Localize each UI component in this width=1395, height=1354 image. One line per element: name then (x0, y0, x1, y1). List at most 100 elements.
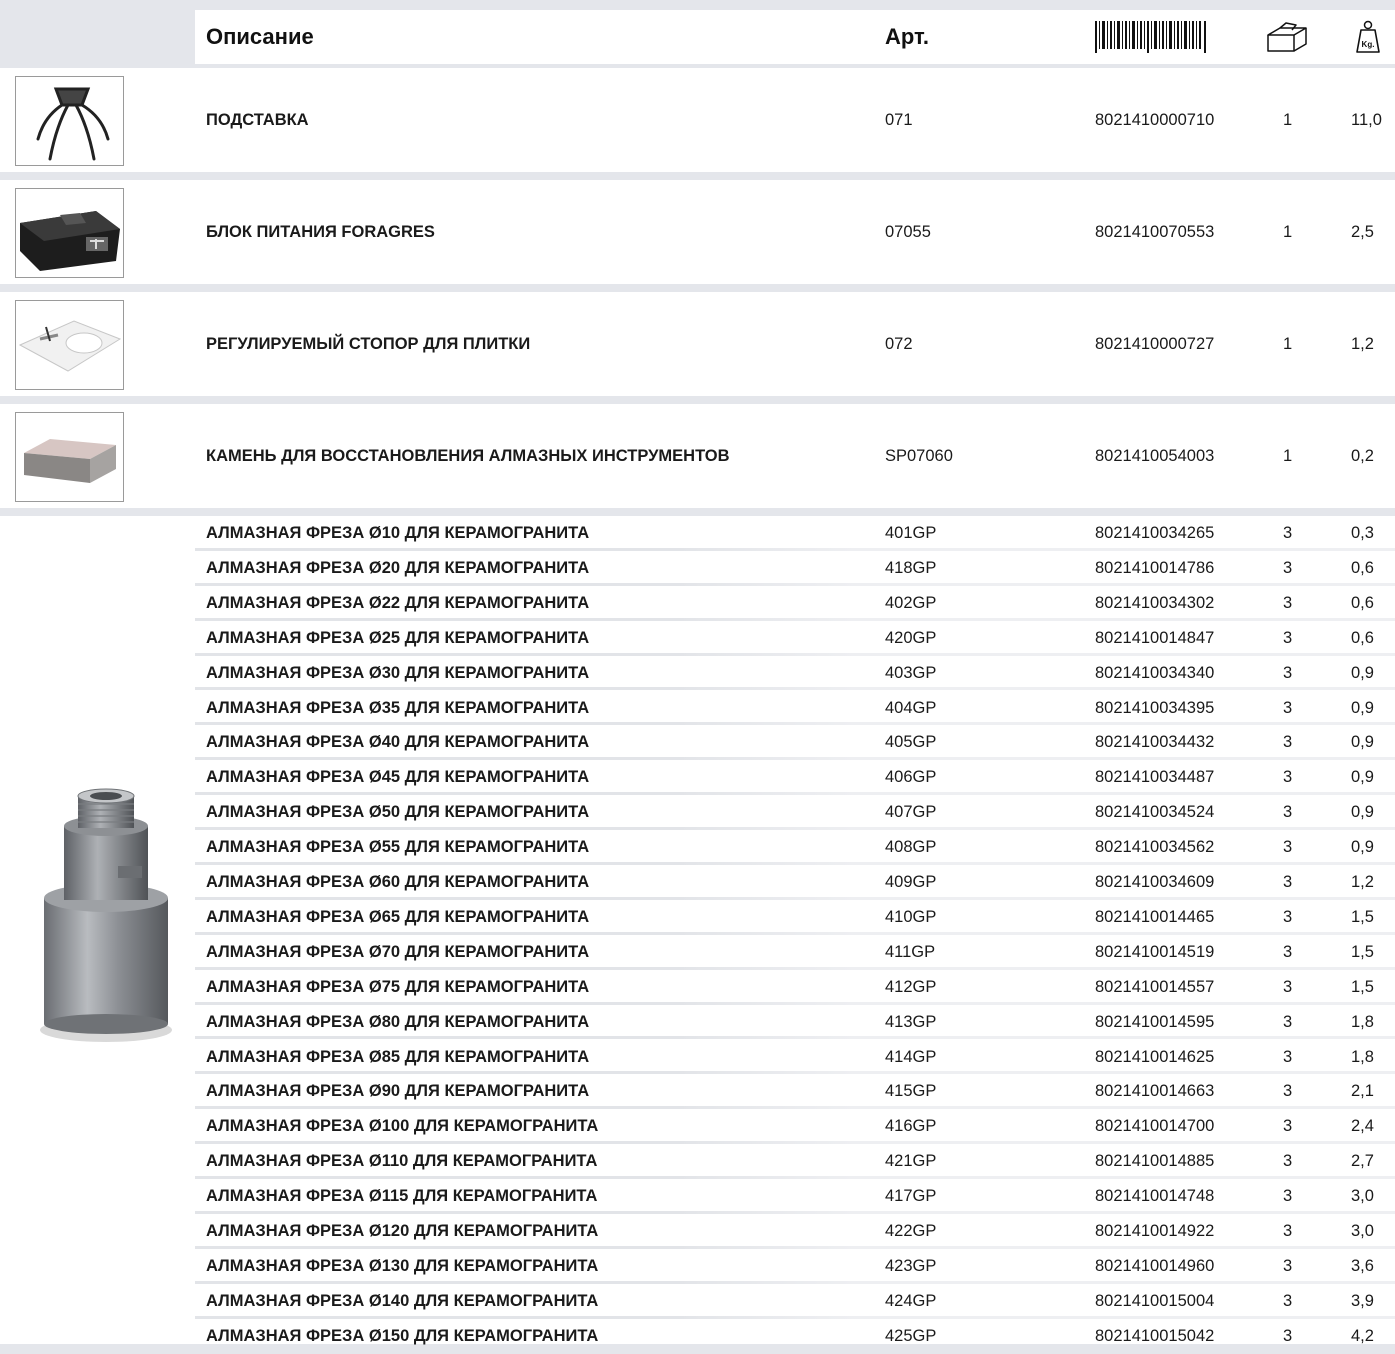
mill-weight: 2,4 (1351, 1117, 1374, 1136)
table-row: АЛМАЗНАЯ ФРЕЗА Ø130 ДЛЯ КЕРАМОГРАНИТА 423… (0, 1249, 1395, 1284)
table-row: БЛОК ПИТАНИЯ FORAGRES 07055 802141007055… (0, 180, 1395, 284)
mill-weight: 0,6 (1351, 558, 1374, 577)
dressing-stone-image (15, 412, 124, 502)
table-row: АЛМАЗНАЯ ФРЕЗА Ø60 ДЛЯ КЕРАМОГРАНИТА 409G… (0, 865, 1395, 900)
product-ean: 8021410000710 (1095, 111, 1215, 129)
mill-description: АЛМАЗНАЯ ФРЕЗА Ø60 ДЛЯ КЕРАМОГРАНИТА (206, 873, 590, 891)
mill-article: 408GP (885, 838, 937, 857)
mill-ean: 8021410015042 (1095, 1326, 1215, 1345)
product-article: 072 (885, 335, 913, 353)
mill-qty: 3 (1283, 1117, 1293, 1136)
mill-article: 401GP (885, 524, 937, 542)
table-row: КАМЕНЬ ДЛЯ ВОССТАНОВЛЕНИЯ АЛМАЗНЫХ ИНСТР… (0, 404, 1395, 508)
mill-weight: 3,6 (1351, 1256, 1374, 1275)
mill-qty: 3 (1283, 1222, 1293, 1240)
mill-qty: 3 (1283, 628, 1293, 647)
mill-description: АЛМАЗНАЯ ФРЕЗА Ø70 ДЛЯ КЕРАМОГРАНИТА (206, 942, 590, 961)
mill-description: АЛМАЗНАЯ ФРЕЗА Ø40 ДЛЯ КЕРАМОГРАНИТА (206, 733, 590, 752)
mill-weight: 1,8 (1351, 1047, 1374, 1066)
mill-ean: 8021410014786 (1095, 558, 1215, 577)
mill-weight: 1,5 (1351, 907, 1374, 926)
table-row: АЛМАЗНАЯ ФРЕЗА Ø100 ДЛЯ КЕРАМОГРАНИТА 416… (0, 1109, 1395, 1145)
mill-weight: 3,9 (1351, 1291, 1374, 1310)
mill-description: АЛМАЗНАЯ ФРЕЗА Ø55 ДЛЯ КЕРАМОГРАНИТА (206, 838, 590, 857)
table-row: АЛМАЗНАЯ ФРЕЗА Ø80 ДЛЯ КЕРАМОГРАНИТА 413G… (0, 1005, 1395, 1040)
table-row: АЛМАЗНАЯ ФРЕЗА Ø75 ДЛЯ КЕРАМОГРАНИТА 412G… (0, 970, 1395, 1005)
mill-ean: 8021410014557 (1095, 977, 1215, 996)
mill-article: 418GP (885, 558, 937, 577)
mill-ean: 8021410014663 (1095, 1082, 1215, 1101)
mill-ean: 8021410034562 (1095, 838, 1215, 857)
product-description: РЕГУЛИРУЕМЫЙ СТОПОР ДЛЯ ПЛИТКИ (206, 335, 531, 353)
stand-image (15, 76, 124, 166)
svg-text:Kg.: Kg. (1362, 40, 1375, 49)
mill-qty: 3 (1283, 873, 1293, 891)
table-row: АЛМАЗНАЯ ФРЕЗА Ø140 ДЛЯ КЕРАМОГРАНИТА 424… (0, 1284, 1395, 1319)
mill-qty: 3 (1283, 1152, 1293, 1171)
mill-article: 424GP (885, 1291, 937, 1310)
table-row: ПОДСТАВКА 071 8021410000710 1 11,0 (0, 68, 1395, 172)
power-unit-image (15, 188, 124, 278)
mill-qty: 3 (1283, 977, 1293, 996)
mill-weight: 2,1 (1351, 1082, 1374, 1101)
mill-ean: 8021410034340 (1095, 663, 1215, 682)
mill-weight: 3,0 (1351, 1187, 1374, 1206)
mill-article: 420GP (885, 628, 937, 647)
mill-article: 407GP (885, 803, 937, 822)
mill-article: 415GP (885, 1082, 937, 1101)
product-weight: 11,0 (1351, 111, 1382, 129)
table-row: АЛМАЗНАЯ ФРЕЗА Ø110 ДЛЯ КЕРАМОГРАНИТА 421… (0, 1144, 1395, 1180)
mill-description: АЛМАЗНАЯ ФРЕЗА Ø30 ДЛЯ КЕРАМОГРАНИТА (206, 663, 590, 682)
mill-weight: 4,2 (1351, 1326, 1374, 1345)
product-qty: 1 (1283, 111, 1293, 129)
mill-article: 423GP (885, 1256, 937, 1275)
product-description: ПОДСТАВКА (206, 111, 309, 129)
product-weight: 2,5 (1351, 223, 1374, 241)
mill-description: АЛМАЗНАЯ ФРЕЗА Ø35 ДЛЯ КЕРАМОГРАНИТА (206, 698, 590, 717)
table-row: АЛМАЗНАЯ ФРЕЗА Ø10 ДЛЯ КЕРАМОГРАНИТА 401G… (0, 516, 1395, 551)
weight-kg-icon: Kg. (1355, 20, 1381, 54)
table-row: АЛМАЗНАЯ ФРЕЗА Ø40 ДЛЯ КЕРАМОГРАНИТА 405G… (0, 725, 1395, 761)
barcode-icon (1095, 21, 1207, 53)
mill-ean: 8021410014885 (1095, 1152, 1215, 1171)
mill-article: 405GP (885, 733, 937, 752)
table-row: АЛМАЗНАЯ ФРЕЗА Ø22 ДЛЯ КЕРАМОГРАНИТА 402G… (0, 586, 1395, 621)
header-description: Описание (206, 24, 314, 49)
mill-weight: 1,5 (1351, 977, 1374, 996)
table-row: АЛМАЗНАЯ ФРЕЗА Ø120 ДЛЯ КЕРАМОГРАНИТА 422… (0, 1214, 1395, 1249)
mill-article: 410GP (885, 907, 937, 926)
mill-description: АЛМАЗНАЯ ФРЕЗА Ø25 ДЛЯ КЕРАМОГРАНИТА (206, 628, 590, 647)
mill-weight: 1,8 (1351, 1012, 1374, 1031)
mill-description: АЛМАЗНАЯ ФРЕЗА Ø115 ДЛЯ КЕРАМОГРАНИТА (206, 1187, 598, 1206)
mill-article: 413GP (885, 1012, 937, 1031)
mill-weight: 2,7 (1351, 1152, 1374, 1171)
mill-description: АЛМАЗНАЯ ФРЕЗА Ø50 ДЛЯ КЕРАМОГРАНИТА (206, 803, 590, 822)
mill-description: АЛМАЗНАЯ ФРЕЗА Ø110 ДЛЯ КЕРАМОГРАНИТА (206, 1152, 598, 1171)
product-article: SP07060 (885, 447, 953, 465)
mill-qty: 3 (1283, 1326, 1293, 1345)
mill-qty: 3 (1283, 1291, 1293, 1310)
mill-qty: 3 (1283, 1047, 1293, 1066)
mill-qty: 3 (1283, 558, 1293, 577)
mill-weight: 0,9 (1351, 803, 1374, 822)
product-qty: 1 (1283, 223, 1293, 241)
product-weight: 0,2 (1351, 447, 1374, 465)
box-icon (1266, 22, 1308, 54)
mill-article: 404GP (885, 698, 937, 717)
mill-description: АЛМАЗНАЯ ФРЕЗА Ø10 ДЛЯ КЕРАМОГРАНИТА (206, 524, 590, 542)
table-row: АЛМАЗНАЯ ФРЕЗА Ø90 ДЛЯ КЕРАМОГРАНИТА 415G… (0, 1074, 1395, 1110)
mill-ean: 8021410034609 (1095, 873, 1215, 891)
header-article: Арт. (885, 24, 929, 49)
mill-ean: 8021410014960 (1095, 1256, 1215, 1275)
mill-article: 417GP (885, 1187, 937, 1206)
table-header: Описание Арт. Kg. (195, 10, 1395, 64)
mill-ean: 8021410034432 (1095, 733, 1215, 752)
product-article: 07055 (885, 223, 931, 241)
mill-qty: 3 (1283, 838, 1293, 857)
mill-description: АЛМАЗНАЯ ФРЕЗА Ø140 ДЛЯ КЕРАМОГРАНИТА (206, 1291, 599, 1310)
mill-ean: 8021410034265 (1095, 524, 1215, 542)
mill-qty: 3 (1283, 768, 1293, 787)
mill-qty: 3 (1283, 1082, 1293, 1101)
mill-qty: 3 (1283, 1012, 1293, 1031)
mill-weight: 0,9 (1351, 663, 1374, 682)
